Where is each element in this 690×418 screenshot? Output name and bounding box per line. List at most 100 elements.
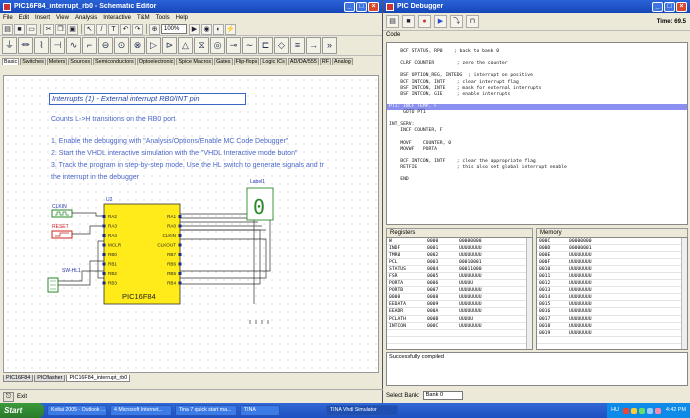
- diode-component-icon[interactable]: ▷: [146, 37, 161, 54]
- chip-pin[interactable]: [178, 243, 182, 247]
- memory-table[interactable]: 000C 00000000 000D 00000001 000E UUUUUUUU 000F…: [536, 237, 688, 350]
- terminal-component-icon[interactable]: ◇: [274, 37, 289, 54]
- menu-insert[interactable]: Insert: [35, 15, 50, 21]
- schematic-canvas[interactable]: Interrupts (1) - External interrupt RB0/…: [3, 75, 379, 373]
- register-row[interactable]: PCL 0003 00010001: [387, 259, 532, 267]
- doc-tab-picflasher[interactable]: PICflasher: [34, 375, 66, 382]
- register-row[interactable]: EEADR 000A UUUUUUUU: [387, 308, 532, 316]
- menu-interactive[interactable]: Interactive: [103, 15, 131, 21]
- bank-select[interactable]: Bank 0: [422, 391, 463, 400]
- tab-ad-da-555[interactable]: AD/DA/555: [287, 58, 319, 65]
- memory-row[interactable]: 0015 UUUUUUUU: [537, 301, 687, 309]
- register-row[interactable]: W 0000 00000000: [387, 238, 532, 246]
- wire-icon[interactable]: /: [96, 23, 107, 35]
- taskbar-item[interactable]: Tina 7 quick start ma...: [175, 405, 237, 416]
- memory-row[interactable]: [537, 344, 687, 349]
- run-icon[interactable]: ⚡: [225, 23, 236, 35]
- meter-icon[interactable]: ◐: [213, 23, 224, 35]
- chip-pin[interactable]: [178, 281, 182, 285]
- cut-icon[interactable]: ✂: [43, 23, 54, 35]
- language-indicator[interactable]: HU: [611, 403, 619, 418]
- memory-row[interactable]: 000F UUUUUUUU: [537, 259, 687, 267]
- menu-analysis[interactable]: Analysis: [75, 15, 97, 21]
- menu-tools[interactable]: Tools: [156, 15, 170, 21]
- register-row[interactable]: INTCON 000C UUUUUUUU: [387, 323, 532, 330]
- lamp-component-icon[interactable]: ⊗: [130, 37, 145, 54]
- tray-antivirus-icon[interactable]: [622, 407, 629, 414]
- memory-row[interactable]: 0019 UUUUUUUU: [537, 330, 687, 337]
- pointer-icon[interactable]: ↖: [84, 23, 95, 35]
- taskbar-item[interactable]: Koltai 2005 - Outlook ...: [47, 405, 107, 416]
- save-icon[interactable]: ■: [14, 23, 25, 35]
- interactive-mode-icon[interactable]: ◉: [201, 23, 212, 35]
- zoom-select[interactable]: 100%: [161, 24, 187, 34]
- step-icon[interactable]: ⤵: [450, 15, 463, 28]
- chip-pin[interactable]: [102, 262, 106, 266]
- minimize-button[interactable]: _: [652, 1, 663, 12]
- taskbar-item[interactable]: TINA: [240, 405, 280, 416]
- close-button[interactable]: ×: [676, 1, 687, 12]
- exit-label[interactable]: Exit: [17, 394, 27, 400]
- tab-spice-macros[interactable]: Spice Macros: [176, 58, 214, 65]
- opamp-component-icon[interactable]: △: [178, 37, 193, 54]
- register-row[interactable]: 0008 0008 UUUUUUUU: [387, 294, 532, 302]
- register-row[interactable]: [387, 337, 532, 344]
- doc-tab-interrupt-rb0[interactable]: PIC16F84_interrupt_rb0: [66, 375, 131, 382]
- voltage-source-component-icon[interactable]: ⊖: [98, 37, 113, 54]
- chip-pin[interactable]: [102, 215, 106, 218]
- register-row[interactable]: [387, 330, 532, 337]
- memory-row[interactable]: 0010 UUUUUUUU: [537, 266, 687, 274]
- analysis-icon[interactable]: ▶: [189, 23, 200, 35]
- memory-row[interactable]: 0012 UUUUUUUU: [537, 280, 687, 288]
- memory-row[interactable]: 0016 UUUUUUUU: [537, 308, 687, 316]
- resistor-component-icon[interactable]: ⌇: [34, 37, 49, 54]
- clkin-source[interactable]: [51, 209, 73, 218]
- open-file-icon[interactable]: ▤: [386, 15, 399, 28]
- chip-pin[interactable]: [178, 234, 182, 237]
- current-source-component-icon[interactable]: ⊙: [114, 37, 129, 54]
- tab-switches[interactable]: Switches: [20, 58, 46, 65]
- meter-component-icon[interactable]: ◎: [210, 37, 225, 54]
- memory-row[interactable]: 0014 UUUUUUUU: [537, 294, 687, 302]
- chip-pin[interactable]: [178, 262, 182, 266]
- reset-icon[interactable]: ⊓: [466, 15, 479, 28]
- start-button[interactable]: Start: [0, 403, 44, 418]
- menu-help[interactable]: Help: [176, 15, 188, 21]
- register-row[interactable]: STATUS 0004 00011000: [387, 266, 532, 274]
- probe-component-icon[interactable]: ⊸: [226, 37, 241, 54]
- code-listing[interactable]: BCF STATUS, RP0 ; back to bank 0 CLRF CO…: [386, 42, 688, 225]
- memory-row[interactable]: 000E UUUUUUUU: [537, 252, 687, 260]
- memory-row[interactable]: [537, 337, 687, 344]
- chip-pin[interactable]: [102, 234, 106, 237]
- chip-pin[interactable]: [102, 281, 106, 285]
- signal-component-icon[interactable]: ∼: [242, 37, 257, 54]
- maximize-button[interactable]: □: [356, 1, 367, 12]
- jumper-component-icon[interactable]: ⊏: [258, 37, 273, 54]
- undo-icon[interactable]: ↶: [120, 23, 131, 35]
- memory-row[interactable]: 000D 00000001: [537, 245, 687, 253]
- register-row[interactable]: PORTA 0006 UUUUU: [387, 280, 532, 288]
- memory-row[interactable]: 0018 UUUUUUUU: [537, 323, 687, 330]
- redo-icon[interactable]: ↷: [132, 23, 143, 35]
- code-line[interactable]: [387, 201, 687, 207]
- maximize-button[interactable]: □: [664, 1, 675, 12]
- capacitor-component-icon[interactable]: ⊣: [50, 37, 65, 54]
- tray-security-icon[interactable]: [638, 407, 645, 414]
- switch-component-icon[interactable]: ⌐: [82, 37, 97, 54]
- more-components-icon[interactable]: »: [322, 37, 337, 54]
- exit-icon[interactable]: ⎋: [3, 391, 14, 402]
- menu-edit[interactable]: Edit: [19, 15, 29, 21]
- memory-row[interactable]: 0013 UUUUUUUU: [537, 287, 687, 295]
- register-row[interactable]: EEDATA 0009 UUUUUUUU: [387, 301, 532, 309]
- taskbar-item[interactable]: 4 Microsoft Internet...: [110, 405, 172, 416]
- chip-pin[interactable]: [178, 272, 182, 275]
- run-icon[interactable]: ▶: [434, 15, 447, 28]
- register-row[interactable]: INDF 0001 UUUUUUUU: [387, 245, 532, 253]
- print-icon[interactable]: ▭: [26, 23, 37, 35]
- tab-basic[interactable]: Basic: [2, 58, 20, 65]
- register-row[interactable]: FSR 0005 UUUUUUUU: [387, 273, 532, 281]
- menu-view[interactable]: View: [56, 15, 69, 21]
- register-row[interactable]: [387, 344, 532, 349]
- chip-pin[interactable]: [178, 215, 182, 218]
- close-button[interactable]: ×: [368, 1, 379, 12]
